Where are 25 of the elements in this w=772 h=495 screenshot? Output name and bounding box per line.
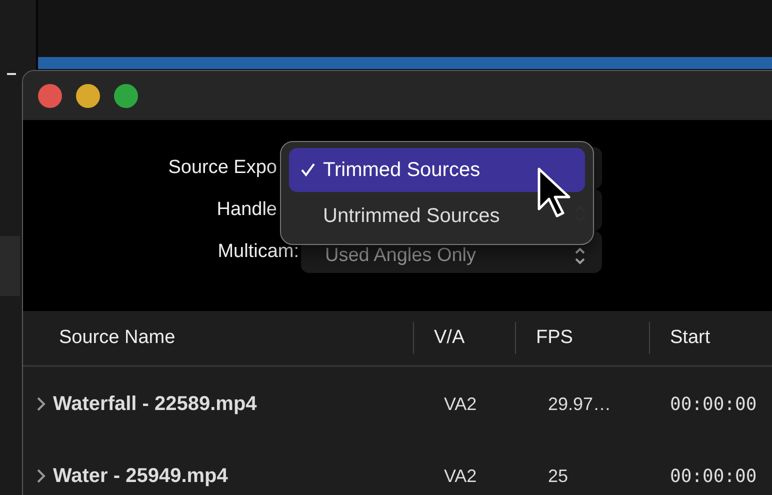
table-cell-text: 25 <box>547 466 570 486</box>
field-label: Handle <box>216 199 278 222</box>
column-header[interactable]: Start <box>649 322 772 354</box>
zoom-button[interactable] <box>114 84 138 108</box>
close-button[interactable] <box>38 84 62 108</box>
minimize-button[interactable] <box>76 84 100 108</box>
column-header[interactable]: Source Name <box>23 322 413 354</box>
menu-item[interactable]: Trimmed Sources <box>289 148 585 192</box>
field-label: Source Expo <box>168 157 278 180</box>
table-cell-text: VA2 <box>443 394 478 414</box>
table-cell-text: VA2 <box>443 466 478 486</box>
column-header[interactable]: V/A <box>413 322 515 354</box>
table-cell-text: 29.97… <box>547 394 612 414</box>
disclosure-chevron-icon[interactable] <box>36 468 46 484</box>
disclosure-chevron-icon[interactable] <box>36 396 46 412</box>
mouse-pointer-icon <box>537 167 571 219</box>
column-header[interactable]: FPS <box>515 322 649 354</box>
field-label: Multicam: <box>218 241 300 264</box>
timecode-cell-text: 00:00:00 <box>669 466 758 486</box>
timecode-cell-text: 00:00:00 <box>669 394 758 414</box>
source-name: Water - 25949.mp4 <box>53 464 228 488</box>
source-name: Waterfall - 22589.mp4 <box>53 392 257 416</box>
minus-icon <box>7 73 16 75</box>
up-down-chevron-icon <box>574 246 586 266</box>
checkmark-icon <box>301 163 315 177</box>
